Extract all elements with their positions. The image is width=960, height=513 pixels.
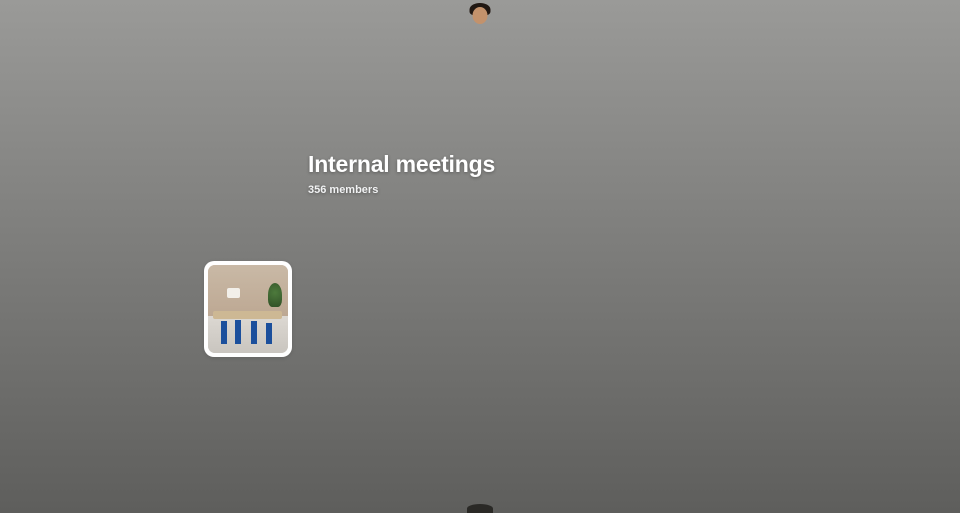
feed-post: Bradley Wilkinson An hour ago ••• For al… xyxy=(0,0,960,513)
post-author-avatar[interactable] xyxy=(0,0,960,513)
page-content: Group channels Main group feed Marketing… xyxy=(0,0,960,513)
group-title: Internal meetings xyxy=(308,151,496,177)
group-avatar[interactable] xyxy=(204,261,292,357)
group-avatar-image xyxy=(208,265,288,353)
group-members-count: 356 members xyxy=(308,184,379,196)
main-feed: Media File All locations xyxy=(0,0,960,513)
post-header: Bradley Wilkinson An hour ago ••• xyxy=(0,0,960,513)
group-title-block: Internal meetings 356 members xyxy=(308,151,495,196)
